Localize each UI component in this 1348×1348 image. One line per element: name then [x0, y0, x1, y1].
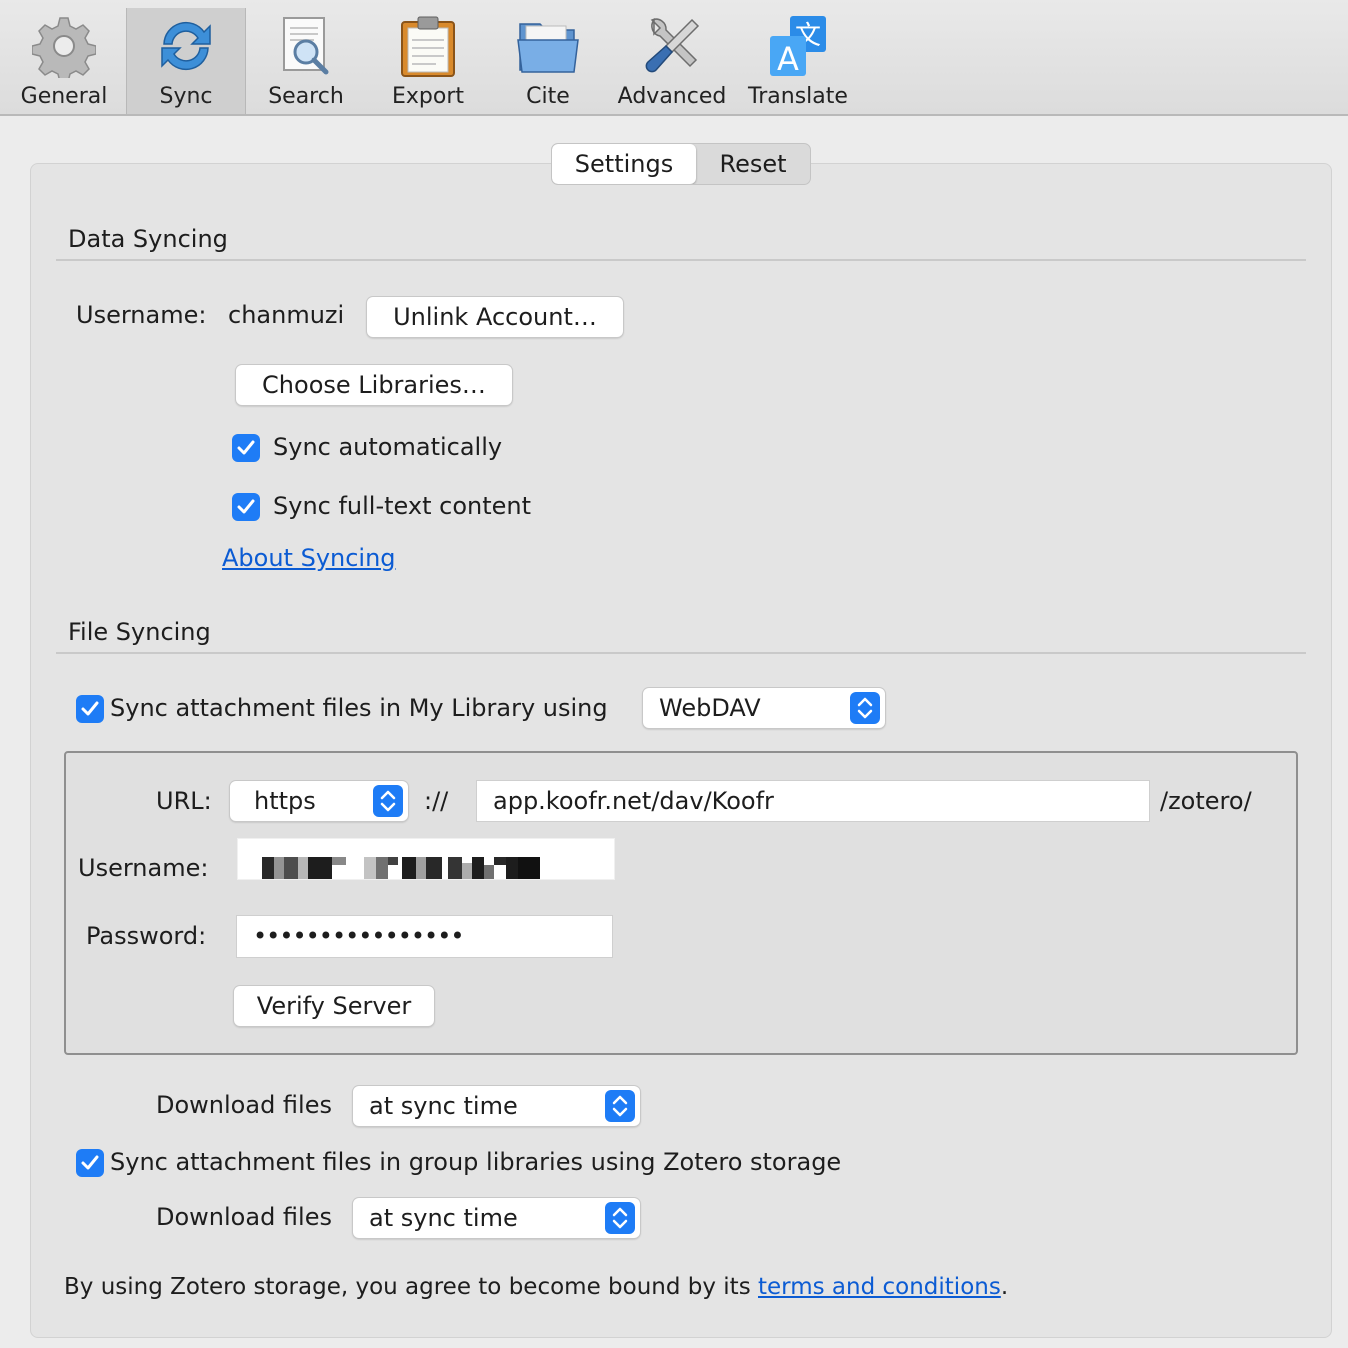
group-download-files-value: at sync time — [369, 1204, 518, 1232]
redacted-username — [262, 857, 542, 879]
url-label: URL: — [156, 787, 212, 815]
terms-and-conditions-link[interactable]: terms and conditions — [758, 1274, 1001, 1300]
url-scheme-select[interactable]: https — [230, 781, 408, 821]
file-syncing-heading: File Syncing — [68, 618, 211, 646]
preferences-toolbar: General Sync Search Export Cite Advanced… — [0, 0, 1348, 116]
url-input[interactable]: app.koofr.net/dav/Koofr — [476, 780, 1150, 822]
webdav-password-input[interactable]: •••••••••••••••• — [236, 915, 613, 958]
tab-general[interactable]: General — [10, 8, 118, 114]
checkmark-icon — [81, 701, 99, 716]
download-files-select[interactable]: at sync time — [353, 1086, 640, 1126]
chevron-updown-icon — [373, 785, 403, 817]
sync-group-libraries-checkbox[interactable] — [76, 1149, 104, 1177]
tab-label: Sync — [159, 84, 213, 109]
clipboard-icon — [396, 14, 460, 78]
sync-fulltext-label: Sync full-text content — [273, 492, 532, 520]
tab-sync[interactable]: Sync — [126, 8, 246, 114]
tab-reset[interactable]: Reset — [696, 144, 810, 184]
chevron-updown-icon — [605, 1202, 635, 1234]
download-files-value: at sync time — [369, 1092, 518, 1120]
tab-label: General — [20, 84, 108, 109]
url-input-value: app.koofr.net/dav/Koofr — [493, 787, 774, 815]
sync-method-value: WebDAV — [659, 694, 761, 722]
checkmark-icon — [237, 499, 255, 514]
tab-label: Search — [268, 84, 344, 109]
url-suffix: /zotero/ — [1160, 787, 1252, 815]
tab-search[interactable]: Search — [256, 8, 356, 114]
webdav-username-input[interactable] — [237, 838, 615, 880]
terms-notice: By using Zotero storage, you agree to be… — [64, 1274, 1008, 1300]
data-syncing-heading: Data Syncing — [68, 225, 228, 253]
group-download-files-select[interactable]: at sync time — [353, 1198, 640, 1238]
unlink-account-button[interactable]: Unlink Account… — [367, 297, 623, 337]
tab-translate[interactable]: 文 A Translate — [744, 8, 852, 114]
about-syncing-link[interactable]: About Syncing — [222, 544, 396, 572]
translate-icon: 文 A — [766, 14, 830, 78]
webdav-username-label: Username: — [78, 854, 209, 882]
terms-prefix: By using Zotero storage, you agree to be… — [64, 1274, 758, 1300]
sync-my-library-checkbox[interactable] — [76, 695, 104, 723]
url-separator: :// — [424, 787, 449, 815]
tab-label: Cite — [526, 84, 570, 109]
sync-method-select[interactable]: WebDAV — [643, 688, 885, 728]
sync-my-library-label: Sync attachment files in My Library usin… — [110, 694, 608, 722]
group-download-files-label: Download files — [156, 1203, 332, 1231]
chevron-updown-icon — [605, 1090, 635, 1122]
sync-fulltext-checkbox[interactable] — [232, 493, 260, 521]
verify-server-button[interactable]: Verify Server — [234, 986, 434, 1026]
url-scheme-value: https — [254, 787, 316, 815]
terms-suffix: . — [1000, 1274, 1009, 1300]
tab-label: Advanced — [617, 84, 727, 109]
svg-text:A: A — [777, 40, 799, 78]
settings-reset-segmented-control: Settings Reset — [551, 143, 811, 185]
sync-automatically-checkbox[interactable] — [232, 434, 260, 462]
divider — [56, 259, 1306, 261]
tab-cite[interactable]: Cite — [500, 8, 596, 114]
sync-automatically-label: Sync automatically — [273, 433, 503, 461]
tab-settings[interactable]: Settings — [552, 144, 696, 184]
tab-label: Export — [391, 84, 464, 109]
gear-icon — [31, 14, 97, 83]
download-files-label: Download files — [156, 1091, 332, 1119]
username-label: Username: — [76, 301, 207, 329]
webdav-password-label: Password: — [86, 922, 207, 950]
folder-icon — [516, 14, 580, 78]
sync-icon — [154, 14, 218, 78]
checkmark-icon — [237, 440, 255, 455]
chevron-updown-icon — [850, 692, 880, 724]
password-dots: •••••••••••••••• — [253, 922, 464, 950]
tab-advanced[interactable]: Advanced — [618, 8, 726, 114]
tab-label: Translate — [748, 84, 848, 109]
choose-libraries-button[interactable]: Choose Libraries… — [236, 365, 512, 405]
checkmark-icon — [81, 1155, 99, 1170]
sync-group-libraries-label: Sync attachment files in group libraries… — [110, 1148, 842, 1176]
tab-export[interactable]: Export — [378, 8, 478, 114]
divider — [56, 652, 1306, 654]
username-value: chanmuzi — [228, 301, 345, 329]
tools-icon — [640, 14, 704, 78]
search-icon — [274, 14, 338, 78]
